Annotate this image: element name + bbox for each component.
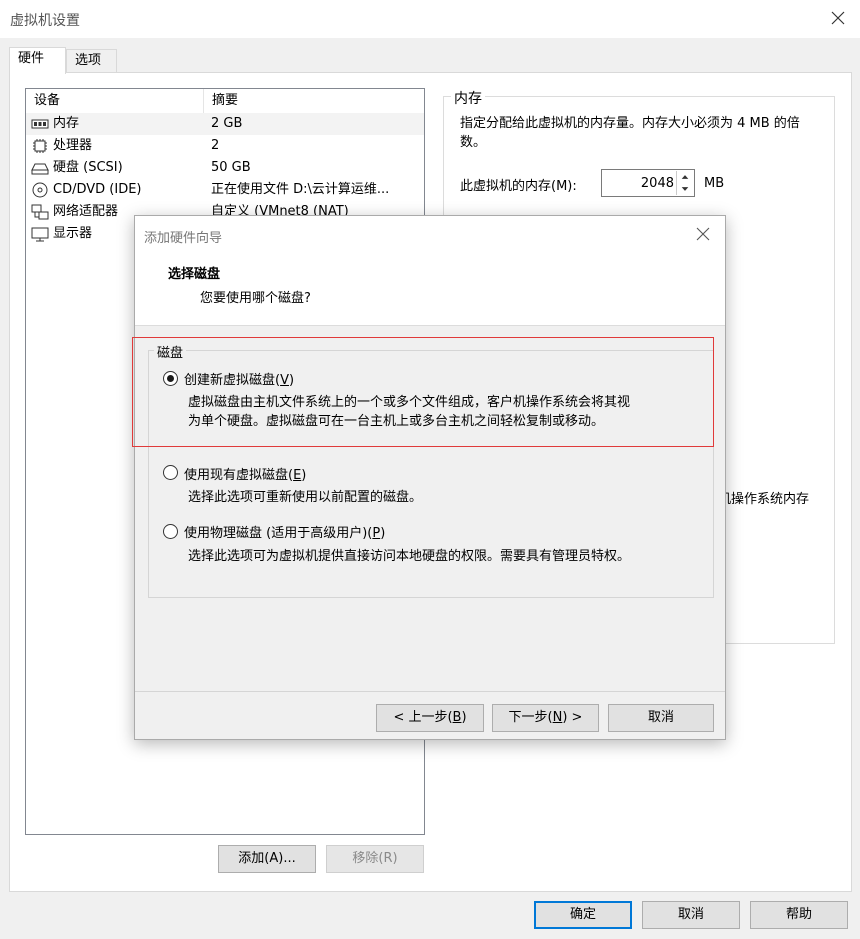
display-icon: [31, 227, 49, 242]
wizard-subheading: 您要使用哪个磁盘?: [200, 291, 311, 306]
ok-button[interactable]: 确定: [534, 901, 632, 929]
device-summary: 2 GB: [211, 116, 243, 131]
device-row-processor[interactable]: 处理器 2: [26, 135, 424, 157]
memory-unit: MB: [704, 176, 725, 191]
option-use-physical-disk-desc: 选择此选项可为虚拟机提供直接访问本地硬盘的权限。需要具有管理员特权。: [188, 549, 631, 564]
wizard-title-bar: 添加硬件向导: [135, 216, 725, 254]
tab-hardware[interactable]: 硬件: [9, 47, 66, 74]
device-name: CD/DVD (IDE): [53, 182, 142, 197]
cd-dvd-icon: [32, 182, 48, 198]
memory-description: 指定分配给此虚拟机的内存量。内存大小必须为 4 MB 的倍数。: [460, 116, 800, 150]
column-header-device[interactable]: 设备: [26, 89, 204, 113]
help-button[interactable]: 帮助: [750, 901, 848, 929]
next-button[interactable]: 下一步(N) >: [492, 704, 599, 732]
option-create-new-disk-desc-line1: 虚拟磁盘由主机文件系统上的一个或多个文件组成，客户机操作系统会将其视: [188, 395, 631, 410]
spin-up-icon[interactable]: [676, 171, 693, 183]
device-name: 显示器: [53, 226, 93, 241]
radio-use-physical-disk[interactable]: [163, 524, 178, 539]
option-create-new-disk-desc-line2: 为单个硬盘。虚拟磁盘可在一台主机上或多台主机之间轻松复制或移动。: [188, 414, 605, 429]
option-use-existing-disk-desc: 选择此选项可重新使用以前配置的磁盘。: [188, 490, 423, 505]
cpu-icon: [33, 139, 47, 153]
device-row-cd-dvd[interactable]: CD/DVD (IDE) 正在使用文件 D:\云计算运维...: [26, 179, 424, 201]
option-create-new-disk-label[interactable]: 创建新虚拟磁盘(V): [184, 369, 294, 388]
device-summary: 正在使用文件 D:\云计算运维...: [211, 182, 390, 197]
back-button[interactable]: < 上一步(B): [376, 704, 484, 732]
add-button[interactable]: 添加(A)...: [218, 845, 316, 873]
memory-icon: [31, 119, 49, 129]
memory-group-legend: 内存: [451, 88, 485, 108]
option-use-physical-disk-label[interactable]: 使用物理磁盘 (适用于高级用户)(P): [184, 522, 385, 541]
title-bar: 虚拟机设置: [0, 0, 860, 38]
device-name: 硬盘 (SCSI): [53, 160, 123, 175]
cancel-button[interactable]: 取消: [642, 901, 740, 929]
wizard-heading: 选择磁盘: [168, 267, 221, 282]
wizard-footer-separator: [135, 691, 725, 692]
device-summary: 2: [211, 138, 220, 153]
device-name: 处理器: [53, 138, 93, 153]
wizard-cancel-button[interactable]: 取消: [608, 704, 714, 732]
add-hardware-wizard-dialog: 添加硬件向导 选择磁盘 您要使用哪个磁盘? 磁盘 创建新虚拟磁盘(V) 虚拟磁盘…: [132, 215, 726, 740]
device-row-hard-disk[interactable]: 硬盘 (SCSI) 50 GB: [26, 157, 424, 179]
device-name: 网络适配器: [53, 204, 119, 219]
device-summary: 50 GB: [211, 160, 251, 175]
tab-options[interactable]: 选项: [66, 49, 117, 72]
wizard-title: 添加硬件向导: [144, 231, 223, 246]
close-icon[interactable]: [828, 8, 848, 28]
column-header-summary[interactable]: 摘要: [204, 89, 424, 113]
spin-down-icon[interactable]: [676, 183, 693, 195]
option-use-existing-disk-label[interactable]: 使用现有虚拟磁盘(E): [184, 464, 306, 483]
hard-disk-icon: [31, 163, 49, 175]
device-name: 内存: [53, 116, 80, 131]
radio-create-new-disk[interactable]: [163, 371, 178, 386]
radio-use-existing-disk[interactable]: [163, 465, 178, 480]
network-adapter-icon: [31, 204, 49, 220]
window-title: 虚拟机设置: [10, 13, 80, 29]
remove-button[interactable]: 移除(R): [326, 845, 424, 873]
memory-size-label: 此虚拟机的内存(M):: [460, 179, 577, 194]
memory-note-fragment: 机操作系统内存: [718, 492, 810, 507]
close-icon[interactable]: [695, 226, 711, 242]
device-row-memory[interactable]: 内存 2 GB: [26, 113, 424, 135]
